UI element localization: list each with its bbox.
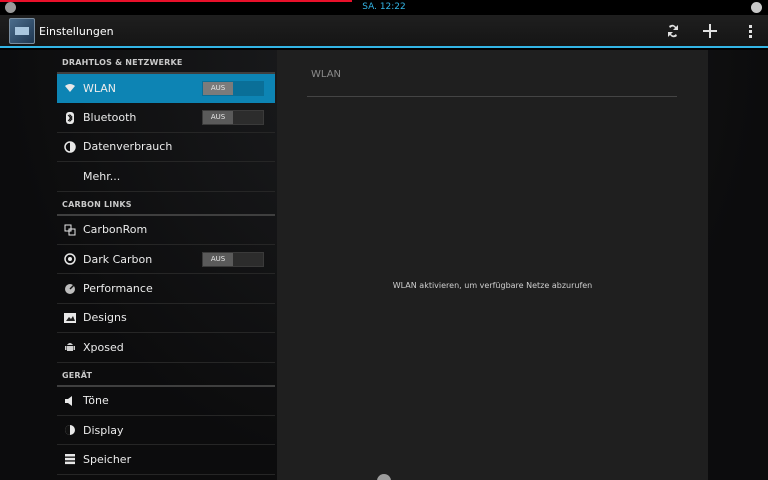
section-header: DRAHTLOS & NETZWERKE [57,50,275,74]
settings-item-datenverbrauch[interactable]: Datenverbrauch [57,133,275,163]
overflow-menu-icon[interactable] [737,19,763,43]
settings-item-designs[interactable]: Designs [57,304,275,334]
add-icon[interactable] [697,19,723,43]
settings-item-label: WLAN [83,81,117,95]
detail-pane: WLAN WLAN aktivieren, um verfügbare Netz… [277,50,708,480]
settings-item-label: Bluetooth [83,111,137,125]
settings-item-performance[interactable]: Performance [57,274,275,304]
designs-icon [64,312,76,324]
settings-item-label: Dark Carbon [83,252,153,266]
toggle-state-label: AUS [203,252,233,266]
bluetooth-icon [64,111,76,124]
status-clock: SA. 12:22 [362,2,406,12]
settings-item-dark-carbon[interactable]: Dark Carbon AUS [57,245,275,275]
settings-item-bluetooth[interactable]: Bluetooth AUS [57,103,275,133]
sound-icon [64,395,76,407]
settings-list: DRAHTLOS & NETZWERKE WLAN AUS Bluetooth AUS D… [57,50,275,480]
page-title: Einstellungen [39,25,114,38]
sync-icon[interactable] [660,19,686,43]
section-header: GERÄT [57,363,275,387]
battery-status-icon [751,2,762,13]
settings-item-label: Speicher [83,452,132,466]
settings-item-wlan[interactable]: WLAN AUS [57,74,275,104]
android-icon [64,341,76,353]
wifi-icon [64,82,76,94]
carbonrom-icon [64,224,76,236]
action-bar: Einstellungen [0,15,768,48]
storage-icon [64,453,76,465]
settings-item-töne[interactable]: Töne [57,387,275,416]
settings-item-label: Xposed [83,340,124,354]
settings-item-label: Display [83,423,124,437]
toggle-state-label: AUS [203,111,233,125]
settings-item-display[interactable]: Display [57,416,275,446]
status-bar: SA. 12:22 [0,0,768,15]
toggle-switch[interactable]: AUS [202,251,264,267]
settings-item-label: Mehr... [83,169,121,183]
wifi-empty-message: WLAN aktivieren, um verfügbare Netze abz… [392,281,593,290]
display-icon [64,424,76,436]
detail-divider [307,96,677,97]
settings-item-label: Datenverbrauch [83,140,173,154]
settings-item-carbonrom[interactable]: CarbonRom [57,216,275,245]
section-header: CARBON LINKS [57,192,275,216]
dark-carbon-icon [64,253,76,265]
settings-item-label: CarbonRom [83,223,148,237]
settings-app-icon[interactable] [9,18,35,44]
data-usage-icon [64,141,76,153]
settings-item-label: Töne [83,394,109,408]
settings-item-xposed[interactable]: Xposed [57,333,275,363]
toggle-state-label: AUS [203,82,233,95]
settings-item-label: Designs [83,311,127,325]
settings-item-label: Performance [83,282,153,296]
settings-item-akku[interactable]: Akku [57,475,275,480]
settings-item-mehr[interactable]: Mehr... [57,162,275,192]
toggle-switch[interactable]: AUS [202,81,264,96]
toggle-switch[interactable]: AUS [202,110,264,126]
settings-item-speicher[interactable]: Speicher [57,445,275,475]
performance-icon [64,283,76,295]
detail-title: WLAN [311,69,342,80]
